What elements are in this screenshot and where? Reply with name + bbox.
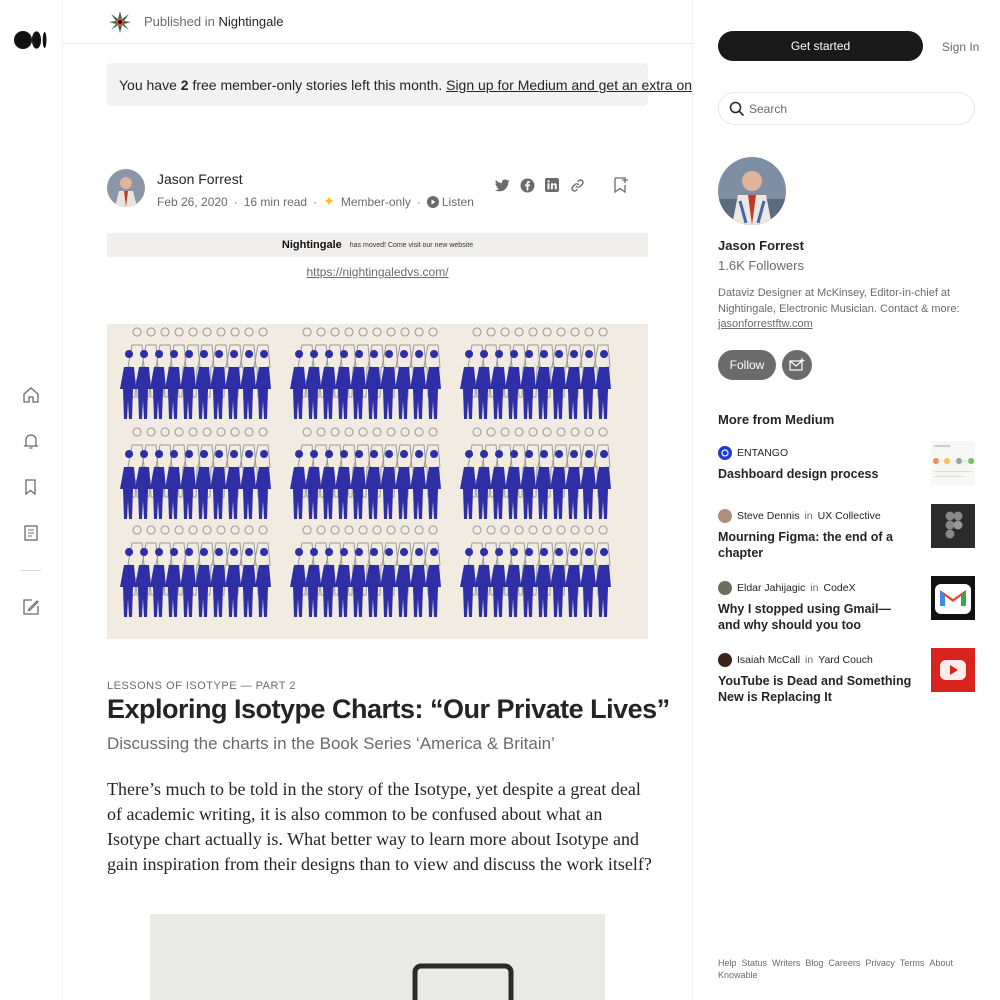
isotype-figure-group bbox=[460, 327, 611, 419]
story-author-avatar[interactable] bbox=[718, 653, 732, 667]
author-avatar[interactable] bbox=[107, 169, 145, 207]
author-bio: Dataviz Designer at McKinsey, Editor-in-… bbox=[718, 287, 960, 330]
right-sidebar: Get started Sign In Jason Forrest 1.6K F… bbox=[693, 0, 1000, 1000]
story-author-avatar[interactable] bbox=[718, 446, 732, 460]
article-subtitle: Discussing the charts in the Book Series… bbox=[107, 734, 555, 753]
write-icon[interactable] bbox=[21, 597, 41, 617]
footer-link-terms[interactable]: Terms bbox=[900, 957, 925, 969]
story-title[interactable]: YouTube is Dead and Something New is Rep… bbox=[718, 673, 913, 705]
signup-extra-link[interactable]: Sign up for Medium and get an extra one bbox=[446, 77, 692, 93]
follower-count[interactable]: 1.6K Followers bbox=[718, 258, 804, 273]
story-author[interactable]: Steve Dennis bbox=[737, 510, 799, 522]
article-meta: Feb 26, 2020 · 16 min read · ✦ Member-on… bbox=[157, 193, 474, 209]
author-name[interactable]: Jason Forrest bbox=[157, 171, 243, 187]
story-title[interactable]: Mourning Figma: the end of a chapter bbox=[718, 529, 913, 561]
isotype-figure-group bbox=[290, 427, 441, 519]
member-star-icon: ✦ bbox=[323, 193, 335, 209]
story-author[interactable]: ENTANGO bbox=[737, 447, 788, 459]
article-column: Published in Nightingale You have 2 free… bbox=[63, 0, 693, 1000]
footer-link-privacy[interactable]: Privacy bbox=[865, 957, 895, 969]
publication-link[interactable]: Nightingale bbox=[218, 14, 283, 29]
story-author-avatar[interactable] bbox=[718, 509, 732, 523]
recommended-story[interactable]: Isaiah McCall in Yard Couch YouTube is D… bbox=[718, 648, 975, 713]
sidebar-author-avatar[interactable] bbox=[718, 157, 786, 225]
nightingale-logo-icon[interactable] bbox=[108, 10, 132, 34]
footer-link-status[interactable]: Status bbox=[742, 957, 768, 969]
listen-button[interactable]: Listen bbox=[426, 195, 474, 209]
sidebar-footer: Help Status Writers Blog Careers Privacy Terms… bbox=[718, 957, 983, 981]
footer-link-help[interactable]: Help bbox=[718, 957, 737, 969]
article-kicker: LESSONS OF ISOTYPE — PART 2 bbox=[107, 680, 296, 692]
facebook-icon[interactable] bbox=[518, 176, 536, 194]
isotype-hero-image bbox=[107, 324, 648, 639]
get-started-button[interactable]: Get started bbox=[718, 31, 923, 61]
isotype-figure-group bbox=[460, 427, 611, 519]
isotype-figure-image bbox=[150, 914, 605, 1000]
rail-divider bbox=[21, 570, 41, 571]
footer-link-blog[interactable]: Blog bbox=[805, 957, 823, 969]
article-body-paragraph: There’s much to be told in the story of … bbox=[107, 779, 652, 874]
stories-icon[interactable] bbox=[21, 523, 41, 543]
remaining-stories-count: 2 bbox=[180, 77, 189, 93]
dashboard-thumbnail[interactable] bbox=[931, 441, 975, 485]
recommended-story[interactable]: ENTANGO Dashboard design process bbox=[718, 441, 975, 506]
story-publication[interactable]: UX Collective bbox=[818, 510, 881, 522]
footer-link-careers[interactable]: Careers bbox=[828, 957, 860, 969]
more-from-medium-heading: More from Medium bbox=[718, 412, 835, 427]
story-author[interactable]: Eldar Jahijagic bbox=[737, 582, 805, 594]
play-icon bbox=[426, 195, 439, 208]
left-nav-rail bbox=[0, 0, 63, 1000]
isotype-figure-group bbox=[120, 427, 271, 519]
author-website-link[interactable]: jasonforrestftw.com bbox=[718, 318, 813, 330]
footer-link-knowable[interactable]: Knowable bbox=[718, 969, 758, 981]
publish-date: Feb 26, 2020 bbox=[157, 194, 228, 209]
story-author[interactable]: Isaiah McCall bbox=[737, 654, 800, 666]
member-stories-banner: You have 2 free member-only stories left… bbox=[107, 63, 692, 106]
search-box bbox=[718, 92, 975, 125]
bookmarks-icon[interactable] bbox=[21, 477, 41, 497]
footer-link-about[interactable]: About bbox=[929, 957, 953, 969]
story-title[interactable]: Dashboard design process bbox=[718, 466, 913, 482]
isotype-figure-group bbox=[120, 327, 271, 419]
figma-thumbnail[interactable] bbox=[931, 504, 975, 548]
member-only-label: Member-only bbox=[340, 194, 411, 209]
publication-label: Published in Nightingale bbox=[144, 14, 284, 29]
search-icon bbox=[729, 101, 745, 117]
search-input[interactable] bbox=[749, 100, 959, 118]
isotype-figure-group bbox=[290, 525, 441, 617]
isotype-figure-group bbox=[290, 327, 441, 419]
youtube-thumbnail[interactable] bbox=[931, 648, 975, 692]
twitter-icon[interactable] bbox=[493, 176, 511, 194]
nightingale-moved-message: has moved! Come visit our new website bbox=[349, 241, 474, 249]
linkedin-icon[interactable] bbox=[543, 176, 561, 194]
nightingale-site-link[interactable]: https://nightingaledvs.com/ bbox=[107, 265, 648, 279]
gmail-thumbnail[interactable] bbox=[931, 576, 975, 620]
mail-plus-icon bbox=[789, 358, 805, 371]
subscribe-email-button[interactable] bbox=[782, 350, 812, 380]
copy-link-icon[interactable] bbox=[568, 176, 586, 194]
isotype-figure-group bbox=[120, 525, 271, 617]
story-publication[interactable]: Yard Couch bbox=[818, 654, 873, 666]
publication-bar: Published in Nightingale bbox=[63, 0, 692, 44]
medium-logo-icon[interactable] bbox=[14, 29, 48, 51]
sign-in-link[interactable]: Sign In bbox=[942, 40, 979, 54]
recommended-story[interactable]: Steve Dennis in UX Collective Mourning F… bbox=[718, 504, 975, 569]
article-title: Exploring Isotype Charts: “Our Private L… bbox=[107, 694, 670, 724]
isotype-figure-group bbox=[460, 525, 611, 617]
story-title[interactable]: Why I stopped using Gmail—and why should… bbox=[718, 601, 913, 633]
notifications-bell-icon[interactable] bbox=[21, 431, 41, 451]
story-publication[interactable]: CodeX bbox=[823, 582, 855, 594]
nightingale-wordmark: Nightingale bbox=[281, 239, 342, 251]
home-icon[interactable] bbox=[21, 385, 41, 405]
bookmark-add-icon[interactable] bbox=[612, 176, 630, 194]
story-author-avatar[interactable] bbox=[718, 581, 732, 595]
sidebar-author-name[interactable]: Jason Forrest bbox=[718, 238, 804, 253]
footer-link-writers[interactable]: Writers bbox=[772, 957, 800, 969]
recommended-story[interactable]: Eldar Jahijagic in CodeX Why I stopped u… bbox=[718, 576, 975, 641]
nightingale-moved-notice: Nightingale has moved! Come visit our ne… bbox=[107, 233, 648, 257]
follow-button[interactable]: Follow bbox=[718, 350, 776, 380]
read-time: 16 min read bbox=[243, 194, 308, 209]
